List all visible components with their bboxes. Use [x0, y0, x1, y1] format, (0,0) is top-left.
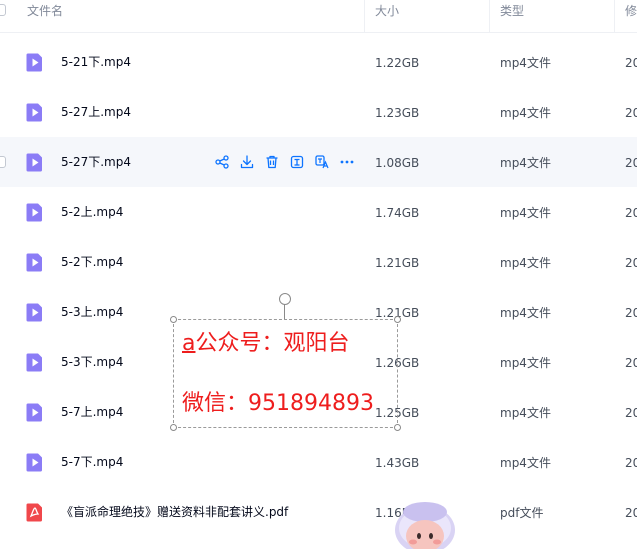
share-icon[interactable] [214, 154, 230, 170]
file-modified-date: 20 [625, 156, 637, 170]
file-row[interactable]: 5-2下.mp4 1.21GB mp4文件 20 [0, 237, 637, 287]
file-size: 1.21GB [375, 256, 420, 270]
watermark-line-1: a公众号：观阳台 [182, 331, 350, 357]
file-row[interactable]: 5-27下.mp4 1.08GB mp4文件 20 [0, 137, 637, 187]
file-type: mp4文件 [500, 156, 551, 170]
file-list: 5-21下.mp4 1.22GB mp4文件 20 5-27上.mp4 1.23GB mp4… [0, 37, 637, 537]
file-name[interactable]: 5-2上.mp4 [61, 205, 123, 219]
file-type: mp4文件 [500, 106, 551, 120]
file-type: mp4文件 [500, 356, 551, 370]
file-type: mp4文件 [500, 406, 551, 420]
resize-handle-top-left[interactable] [170, 316, 177, 323]
file-name[interactable]: 5-27下.mp4 [61, 155, 131, 169]
file-name[interactable]: 5-2下.mp4 [61, 255, 123, 269]
file-type: mp4文件 [500, 56, 551, 70]
watermark-line-2: 微信：951894893 [182, 391, 374, 416]
column-header-name[interactable]: 文件名 [27, 4, 63, 18]
assistant-avatar-icon[interactable] [392, 500, 458, 549]
file-type: mp4文件 [500, 256, 551, 270]
file-row[interactable]: 《盲派命理绝技》赠送资料非配套讲义.pdf 1.16M pdf文件 20 [0, 487, 637, 537]
rotate-handle-line [284, 304, 285, 319]
video-file-icon [26, 353, 42, 372]
file-type: mp4文件 [500, 306, 551, 320]
more-icon[interactable] [339, 154, 355, 170]
translate-icon[interactable] [314, 154, 330, 170]
file-row[interactable]: 5-27上.mp4 1.23GB mp4文件 20 [0, 87, 637, 137]
resize-handle-bottom-right[interactable] [394, 424, 401, 431]
file-size: 1.22GB [375, 56, 420, 70]
file-name[interactable]: 5-3上.mp4 [61, 305, 123, 319]
video-file-icon [26, 153, 42, 172]
file-name[interactable]: 5-27上.mp4 [61, 105, 131, 119]
delete-icon[interactable] [264, 154, 280, 170]
file-size: 1.74GB [375, 206, 420, 220]
file-type: mp4文件 [500, 206, 551, 220]
file-modified-date: 20 [625, 406, 637, 420]
file-name[interactable]: 5-3下.mp4 [61, 355, 123, 369]
video-file-icon [26, 203, 42, 222]
pdf-file-icon [26, 503, 42, 522]
file-modified-date: 20 [625, 206, 637, 220]
file-modified-date: 20 [625, 506, 637, 520]
select-all-checkbox[interactable] [0, 4, 6, 16]
file-modified-date: 20 [625, 106, 637, 120]
file-size: 1.43GB [375, 456, 420, 470]
file-size: 1.08GB [375, 156, 420, 170]
file-modified-date: 20 [625, 356, 637, 370]
download-icon[interactable] [239, 154, 255, 170]
file-row[interactable]: 5-2上.mp4 1.74GB mp4文件 20 [0, 187, 637, 237]
column-header-modified[interactable]: 修 [625, 4, 637, 18]
resize-handle-bottom-left[interactable] [170, 424, 177, 431]
file-size: 1.23GB [375, 106, 420, 120]
video-file-icon [26, 303, 42, 322]
file-modified-date: 20 [625, 256, 637, 270]
video-file-icon [26, 253, 42, 272]
file-modified-date: 20 [625, 456, 637, 470]
file-list-header: 文件名 大小 类型 修 [0, 0, 637, 33]
video-file-icon [26, 403, 42, 422]
file-name[interactable]: 《盲派命理绝技》赠送资料非配套讲义.pdf [61, 505, 288, 519]
file-name[interactable]: 5-7上.mp4 [61, 405, 123, 419]
extract-text-icon[interactable] [289, 154, 305, 170]
file-row[interactable]: 5-21下.mp4 1.22GB mp4文件 20 [0, 37, 637, 87]
resize-handle-top-right[interactable] [394, 316, 401, 323]
rotate-handle[interactable] [279, 293, 291, 305]
file-modified-date: 20 [625, 56, 637, 70]
file-name[interactable]: 5-7下.mp4 [61, 455, 123, 469]
file-list-page: 文件名 大小 类型 修 5-21下.mp4 1.22GB mp4文件 20 5-27上.… [0, 0, 637, 549]
row-checkbox[interactable] [0, 156, 6, 168]
file-type: mp4文件 [500, 456, 551, 470]
column-header-size[interactable]: 大小 [375, 4, 399, 18]
file-type: pdf文件 [500, 506, 544, 520]
video-file-icon [26, 53, 42, 72]
video-file-icon [26, 103, 42, 122]
watermark-wechat-account: 公众号：观阳台 [195, 331, 350, 356]
file-row[interactable]: 5-7下.mp4 1.43GB mp4文件 20 [0, 437, 637, 487]
video-file-icon [26, 453, 42, 472]
file-modified-date: 20 [625, 306, 637, 320]
column-header-type[interactable]: 类型 [500, 4, 524, 18]
file-name[interactable]: 5-21下.mp4 [61, 55, 131, 69]
watermark-prefix: a [182, 331, 196, 356]
